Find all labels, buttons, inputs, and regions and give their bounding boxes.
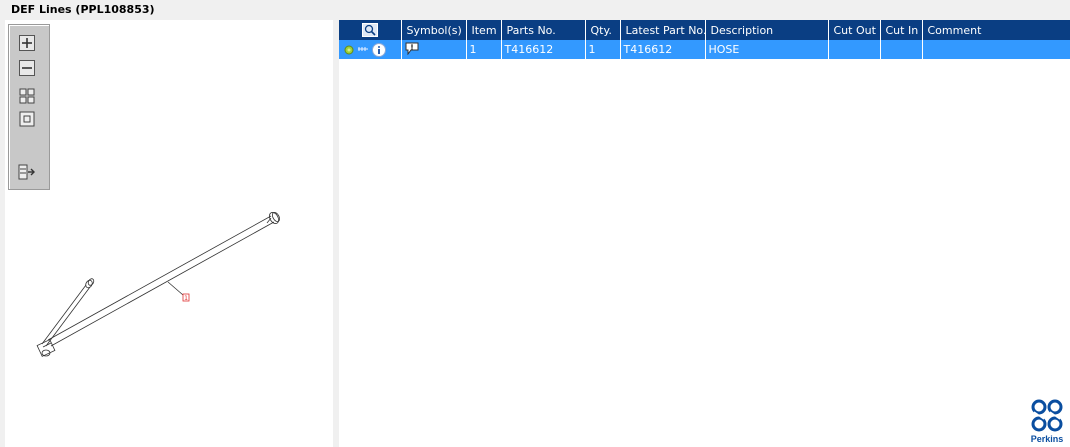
table-row[interactable]: 1 T416612 1 T416612 HOSE bbox=[339, 40, 1070, 59]
row-symbols-cell bbox=[401, 40, 467, 59]
symbols-column-header[interactable]: Symbol(s) bbox=[401, 20, 467, 40]
actual-size-button[interactable] bbox=[18, 110, 36, 128]
parts-drawing: 1 bbox=[36, 212, 281, 357]
item-column-header[interactable]: Item bbox=[466, 20, 502, 40]
window-titlebar: DEF Lines (PPL108853) bbox=[0, 0, 1070, 19]
row-parts-no: T416612 bbox=[501, 40, 586, 59]
cut-in-column-header[interactable]: Cut In bbox=[880, 20, 923, 40]
row-cut-out bbox=[828, 40, 881, 59]
table-header-row: Symbol(s) Item Parts No. Qty. Latest Par… bbox=[339, 20, 1070, 40]
zoom-in-button[interactable] bbox=[18, 34, 36, 52]
row-description: HOSE bbox=[705, 40, 829, 59]
fit-all-icon bbox=[19, 88, 35, 104]
row-comment bbox=[922, 40, 1070, 59]
zoom-out-button[interactable] bbox=[18, 59, 36, 77]
actual-size-icon bbox=[19, 111, 35, 127]
zoom-in-icon bbox=[19, 35, 35, 51]
window-title: DEF Lines (PPL108853) bbox=[11, 3, 155, 16]
search-column-header[interactable] bbox=[339, 20, 402, 40]
drawing-callout[interactable]: 1 bbox=[184, 295, 188, 302]
cut-out-column-header[interactable]: Cut Out bbox=[828, 20, 881, 40]
part-image-icon[interactable] bbox=[357, 45, 369, 55]
parts-list-pane[interactable]: Symbol(s) Item Parts No. Qty. Latest Par… bbox=[339, 20, 1070, 447]
comment-column-header[interactable]: Comment bbox=[922, 20, 1070, 40]
row-icons-cell bbox=[339, 40, 402, 59]
view-toolbox bbox=[8, 24, 50, 190]
zoom-out-icon bbox=[19, 60, 35, 76]
row-qty: 1 bbox=[585, 40, 621, 59]
brand-logo: Perkins bbox=[1028, 398, 1066, 446]
info-icon[interactable] bbox=[372, 42, 386, 57]
status-dot-icon[interactable] bbox=[344, 45, 354, 55]
row-latest-part-no: T416612 bbox=[620, 40, 706, 59]
export-list-icon bbox=[18, 164, 35, 180]
parts-table: Symbol(s) Item Parts No. Qty. Latest Par… bbox=[339, 20, 1070, 59]
description-column-header[interactable]: Description bbox=[705, 20, 829, 40]
illustration-pane[interactable]: 1 bbox=[5, 20, 333, 447]
search-icon bbox=[361, 23, 378, 37]
latest-part-no-column-header[interactable]: Latest Part No. bbox=[620, 20, 706, 40]
qty-column-header[interactable]: Qty. bbox=[585, 20, 621, 40]
row-item: 1 bbox=[466, 40, 502, 59]
fit-all-button[interactable] bbox=[18, 87, 36, 105]
row-cut-in bbox=[880, 40, 923, 59]
export-list-button[interactable] bbox=[18, 163, 36, 181]
brand-name: Perkins bbox=[1030, 434, 1064, 444]
perkins-logo-icon bbox=[1031, 399, 1063, 432]
parts-no-column-header[interactable]: Parts No. bbox=[501, 20, 586, 40]
comment-bubble-icon[interactable] bbox=[405, 42, 419, 55]
